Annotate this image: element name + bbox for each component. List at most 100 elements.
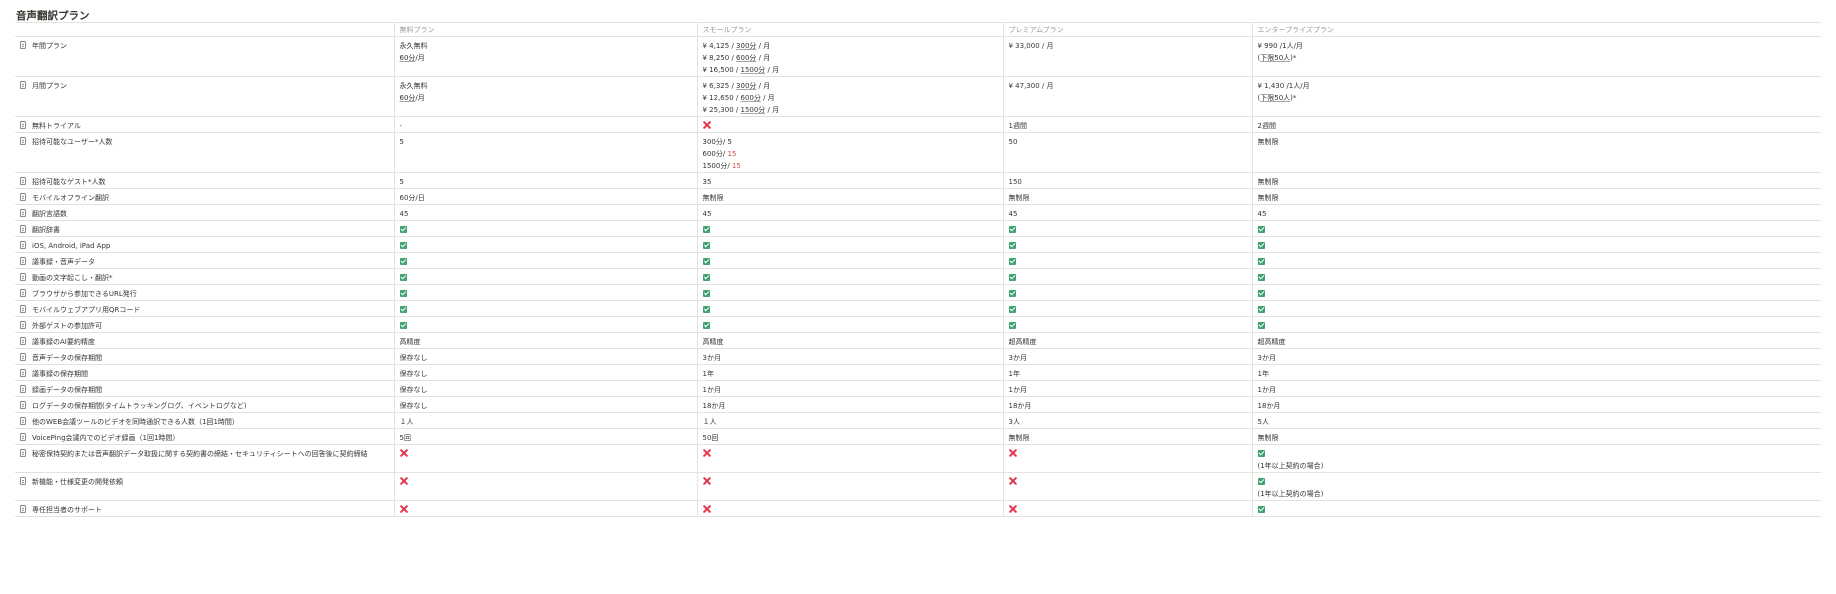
cell-link[interactable]: 300分 — [736, 82, 756, 90]
cell-prefix: ¥ 16,500 / — [702, 66, 741, 74]
cell-prefix: ¥ 8,250 / — [702, 54, 737, 62]
cell-link[interactable]: 600分 — [740, 94, 760, 102]
cell-line — [702, 256, 998, 268]
cell-link[interactable]: 600分 — [736, 54, 756, 62]
row-header[interactable]: VoicePing会議内でのビデオ録画（1回1時間） — [15, 428, 394, 445]
cell-text: 高精度 — [702, 338, 724, 346]
cell-line — [1009, 504, 1247, 516]
row-header[interactable]: 年間プラン — [15, 36, 394, 77]
table-row: ブラウザから参加できるURL発行 — [15, 284, 1821, 301]
cell-free: １人 — [393, 412, 697, 429]
row-header[interactable]: 秘密保持契約または音声翻訳データ取扱に関する契約書の締結・セキュリティシートへの… — [15, 444, 394, 473]
document-icon — [20, 289, 26, 297]
cell-small — [696, 236, 1003, 253]
cell-line: 300分/ 5 — [703, 136, 998, 148]
cell-line: 60分/月 — [400, 52, 692, 64]
row-header[interactable]: 外部ゲストの参加許可 — [15, 316, 394, 333]
row-header[interactable]: 専任担当者のサポート — [15, 500, 394, 517]
table-row: 他のWEB会議ツールのビデオを同時通訳できる人数（1回1時間） １人 １人 3人 5人 — [15, 412, 1821, 429]
cell-line — [399, 320, 692, 332]
check-icon — [1257, 290, 1265, 297]
cell-small: 45 — [696, 204, 1003, 221]
row-header[interactable]: 議事録のAI要約精度 — [15, 332, 394, 349]
cell-small — [696, 316, 1003, 333]
row-header[interactable]: 月間プラン — [15, 76, 394, 117]
cell-text: １人 — [399, 418, 414, 426]
document-icon — [20, 257, 26, 265]
cell-small: 高精度 — [696, 332, 1003, 349]
cell-free: 45 — [393, 204, 697, 221]
document-icon — [20, 121, 26, 129]
cell-premium: 3人 — [1002, 412, 1252, 429]
cell-text: 5人 — [1257, 418, 1269, 426]
cell-text: 1か月 — [1257, 386, 1276, 394]
document-icon — [20, 449, 26, 457]
cell-text: 1年 — [1257, 370, 1269, 378]
row-header[interactable]: 招待可能なゲスト*人数 — [15, 172, 394, 189]
row-header[interactable]: 招待可能なユーザー*人数 — [15, 132, 394, 173]
cell-enterprise: (1年以上契約の場合) — [1251, 444, 1821, 473]
cell-line — [1257, 320, 1817, 332]
cell-link[interactable]: 60分 — [400, 54, 416, 62]
cell-text: ¥ 47,300 / 月 — [1008, 82, 1054, 90]
row-header[interactable]: 翻訳言語数 — [15, 204, 394, 221]
row-header[interactable]: 新機能・仕様変更の開発依頼 — [15, 472, 394, 501]
check-icon — [702, 274, 710, 281]
cell-line — [1008, 304, 1247, 316]
cell-text: 高精度 — [399, 338, 421, 346]
cell-text: 45 — [702, 210, 712, 218]
row-header[interactable]: iOS, Android, iPad App — [15, 236, 394, 253]
cell-text: 15 — [731, 162, 741, 170]
table-row: 翻訳言語数 45 45 45 45 — [15, 204, 1821, 221]
cell-line — [703, 504, 998, 516]
cell-text: (1年以上契約の場合) — [1257, 490, 1324, 498]
cell-line — [702, 304, 998, 316]
cell-line: ¥ 12,650 / 600分 / 月 — [703, 92, 998, 104]
cell-link[interactable]: 下限50人 — [1260, 54, 1290, 62]
row-header[interactable]: 翻訳辞書 — [15, 220, 394, 237]
cell-text: 保存なし — [399, 402, 428, 410]
cell-line: 超高精度 — [1258, 336, 1817, 348]
table-row: 動画の文字起こし・翻訳* — [15, 268, 1821, 285]
cell-line — [400, 476, 692, 488]
cell-small — [696, 116, 1003, 133]
row-header[interactable]: 議事録の保存期間 — [15, 364, 394, 381]
cell-line: (1年以上契約の場合) — [1258, 460, 1817, 472]
cell-link[interactable]: 1500分 — [740, 66, 765, 74]
row-header[interactable]: 無料トライアル — [15, 116, 394, 133]
cell-link[interactable]: 下限50人 — [1260, 94, 1290, 102]
cell-line: 3人 — [1009, 416, 1247, 428]
cell-free — [393, 444, 697, 473]
cell-free — [393, 300, 697, 317]
row-header[interactable]: 録画データの保存期間 — [15, 380, 394, 397]
row-header[interactable]: モバイルウェブアプリ用QRコード — [15, 300, 394, 317]
row-header[interactable]: 動画の文字起こし・翻訳* — [15, 268, 394, 285]
cell-premium — [1002, 300, 1252, 317]
row-header[interactable]: ブラウザから参加できるURL発行 — [15, 284, 394, 301]
page-title: 音声翻訳プラン — [16, 10, 90, 22]
cell-prefix: ¥ 6,325 / — [702, 82, 737, 90]
cell-text: 15 — [727, 150, 737, 158]
row-label: ログデータの保存期間(タイムトラッキングログ、イベントログなど) — [32, 402, 247, 410]
cell-text: 無制限 — [1257, 138, 1279, 146]
row-header[interactable]: 音声データの保存期間 — [15, 348, 394, 365]
cell-link[interactable]: 60分 — [400, 94, 416, 102]
row-header[interactable]: 他のWEB会議ツールのビデオを同時通訳できる人数（1回1時間） — [15, 412, 394, 429]
document-icon — [20, 321, 26, 329]
row-header[interactable]: ログデータの保存期間(タイムトラッキングログ、イベントログなど) — [15, 396, 394, 413]
cell-link[interactable]: 300分 — [736, 42, 756, 50]
cell-line: 5人 — [1258, 416, 1817, 428]
cell-enterprise — [1251, 316, 1821, 333]
row-header[interactable]: 議事録・音声データ — [15, 252, 394, 269]
cell-line: 600分/ 15 — [703, 148, 998, 160]
cell-enterprise: 1年 — [1251, 364, 1821, 381]
document-icon — [20, 305, 26, 313]
cell-link[interactable]: 1500分 — [740, 106, 765, 114]
cell-line: 18か月 — [1009, 400, 1247, 412]
row-header[interactable]: モバイルオフライン翻訳 — [15, 188, 394, 205]
cell-text: - — [399, 122, 403, 130]
cell-text: 45 — [1008, 210, 1018, 218]
cell-enterprise: 超高精度 — [1251, 332, 1821, 349]
cell-text: 無制限 — [1008, 194, 1030, 202]
cell-text: 無制限 — [1257, 194, 1279, 202]
